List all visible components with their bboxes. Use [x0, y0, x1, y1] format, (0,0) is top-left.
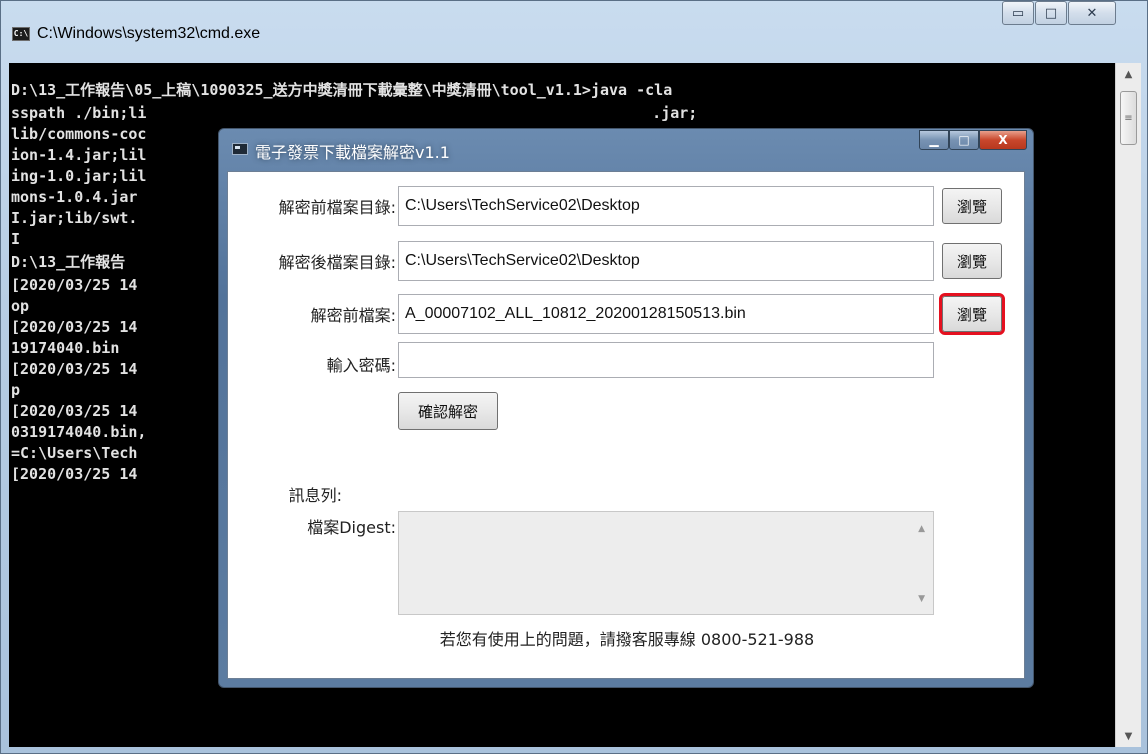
- dialog-caption-buttons: ▁ □ X: [919, 130, 1027, 150]
- cmd-console-icon: C:\: [12, 27, 30, 41]
- console-line: p: [11, 381, 21, 399]
- dialog-client-area: 解密前檔案目錄: C:\Users\TechService02\Desktop …: [227, 171, 1025, 679]
- src-dir-browse-button[interactable]: 瀏覽: [942, 188, 1002, 224]
- decrypt-dialog: 電子發票下載檔案解密v1.1 ▁ □ X 解密前檔案目錄: C:\Users\T…: [218, 128, 1034, 688]
- src-file-label: 解密前檔案:: [310, 306, 396, 325]
- cmd-titlebar[interactable]: C:\ C:\Windows\system32\cmd.exe ▭ □ ✕: [1, 1, 1147, 61]
- console-line: [2020/03/25 14: [11, 465, 138, 483]
- dialog-maximize-button[interactable]: □: [949, 130, 979, 150]
- digest-scroll-down-icon[interactable]: ▼: [918, 594, 925, 604]
- dialog-title: 電子發票下載檔案解密v1.1: [255, 143, 450, 162]
- console-line: 19174040.bin: [11, 339, 120, 357]
- console-line: =C:\Users\Tech: [11, 444, 138, 462]
- dialog-close-button[interactable]: X: [979, 130, 1027, 150]
- console-line: op: [11, 297, 30, 315]
- src-file-input[interactable]: A_00007102_ALL_10812_20200128150513.bin: [398, 294, 934, 334]
- password-label: 輸入密碼:: [326, 356, 396, 375]
- digest-scroll-up-icon[interactable]: ▲: [918, 524, 925, 534]
- dst-dir-label: 解密後檔案目錄:: [278, 253, 396, 272]
- dst-dir-browse-button[interactable]: 瀏覽: [942, 243, 1002, 279]
- message-label: 訊息列:: [288, 486, 342, 505]
- confirm-decrypt-button[interactable]: 確認解密: [398, 392, 498, 430]
- cmd-minimize-button[interactable]: ▭: [1002, 1, 1034, 25]
- console-line: D:\13_工作報告\05_上稿\1090325_送方中獎清冊下載彙整\中獎清冊…: [11, 81, 673, 99]
- dialog-minimize-button[interactable]: ▁: [919, 130, 949, 150]
- src-file-browse-button[interactable]: 瀏覽: [939, 293, 1005, 335]
- scroll-up-arrow-icon[interactable]: ▲: [1116, 63, 1141, 85]
- scroll-down-arrow-icon[interactable]: ▼: [1116, 725, 1141, 747]
- scroll-thumb[interactable]: ≡: [1120, 91, 1137, 145]
- dst-dir-input[interactable]: C:\Users\TechService02\Desktop: [398, 241, 934, 281]
- cmd-maximize-button[interactable]: □: [1035, 1, 1067, 25]
- password-input[interactable]: [398, 342, 934, 378]
- console-line: D:\13_工作報告: [11, 253, 126, 271]
- src-dir-input[interactable]: C:\Users\TechService02\Desktop: [398, 186, 934, 226]
- digest-label: 檔案Digest:: [307, 518, 396, 537]
- cmd-window-title: C:\Windows\system32\cmd.exe: [37, 25, 261, 42]
- digest-textarea[interactable]: ▲ ▼: [398, 511, 934, 615]
- cmd-vertical-scrollbar[interactable]: ▲ ≡ ▼: [1115, 63, 1141, 747]
- cmd-caption-buttons: ▭ □ ✕: [1002, 1, 1117, 25]
- src-dir-label: 解密前檔案目錄:: [278, 198, 396, 217]
- support-hotline-text: 若您有使用上的問題，請撥客服專線 0800-521-988: [439, 630, 815, 649]
- console-line: sspath ./bin;li .jar;: [11, 104, 698, 122]
- dialog-app-icon: [232, 143, 248, 155]
- console-line: I: [11, 230, 21, 248]
- cmd-close-button[interactable]: ✕: [1068, 1, 1116, 25]
